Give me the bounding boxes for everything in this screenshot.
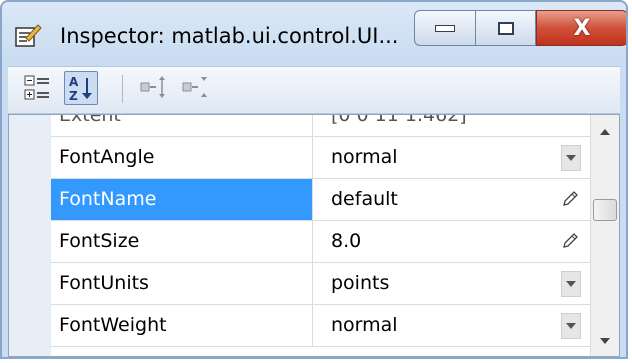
property-value[interactable]: normal [331,137,398,178]
inspector-window: Inspector: matlab.ui.control.UI... X A Z… [0,0,628,359]
minimize-button[interactable] [414,10,476,46]
sort-alphabetical-button[interactable]: A Z [64,71,98,105]
expand-all-icon [140,76,165,98]
property-row-extent[interactable]: Extent [0 0 11 1.462] [51,114,591,137]
dropdown-button[interactable] [561,271,581,297]
svg-text:A: A [69,75,79,89]
minimize-icon [435,24,455,32]
toolbar-separator [122,75,123,103]
scroll-up-icon [600,129,610,135]
property-row-fontangle[interactable]: FontAngle normal [51,137,591,179]
scroll-down-button[interactable] [591,330,619,352]
property-name: FontAngle [51,137,313,178]
svg-text:Z: Z [69,89,78,103]
chevron-down-icon [566,281,576,287]
property-value: [0 0 11 1.462] [331,114,467,126]
categorized-view-button[interactable] [20,71,54,105]
dropdown-button[interactable] [561,145,581,171]
property-table: Extent [0 0 11 1.462] FontAngle normal F… [9,115,591,356]
collapse-all-button[interactable] [178,71,212,105]
property-name: FontUnits [51,263,313,304]
property-name: FontWeight [51,305,313,346]
property-panel: Extent [0 0 11 1.462] FontAngle normal F… [8,114,620,357]
window-title: Inspector: matlab.ui.control.UI... [60,24,399,48]
row-gutter [9,115,51,356]
property-row-fontsize[interactable]: FontSize 8.0 [51,221,591,263]
title-bar[interactable]: Inspector: matlab.ui.control.UI... X [2,2,626,60]
chevron-down-icon [566,323,576,329]
property-name: FontSize [51,221,313,262]
property-name: Extent [51,115,313,136]
maximize-button[interactable] [476,10,536,46]
close-icon: X [573,15,591,41]
sort-alphabetical-icon: A Z [69,75,92,103]
property-value[interactable]: normal [331,305,398,346]
dropdown-button[interactable] [561,313,581,339]
scroll-down-icon [600,338,610,344]
maximize-icon [497,21,514,35]
property-row-fontunits[interactable]: FontUnits points [51,263,591,305]
property-name: FontName [51,179,313,220]
property-value[interactable]: 8.0 [331,221,361,262]
scroll-up-button[interactable] [591,121,619,143]
property-value[interactable]: default [331,179,398,220]
collapse-all-icon [182,77,207,97]
property-value[interactable]: points [331,263,389,304]
categorized-view-icon [24,75,49,100]
vertical-scrollbar[interactable] [590,115,619,356]
chevron-down-icon [566,155,576,161]
scrollbar-thumb[interactable] [593,199,617,221]
toolbar: A Z [8,66,620,114]
edit-pencil-icon[interactable] [561,190,579,208]
edit-pencil-icon[interactable] [561,232,579,250]
inspector-app-icon [14,22,42,48]
property-row-fontweight[interactable]: FontWeight normal [51,305,591,347]
expand-all-button[interactable] [136,71,170,105]
close-button[interactable]: X [536,10,626,46]
property-row-fontname[interactable]: FontName default [51,179,591,221]
